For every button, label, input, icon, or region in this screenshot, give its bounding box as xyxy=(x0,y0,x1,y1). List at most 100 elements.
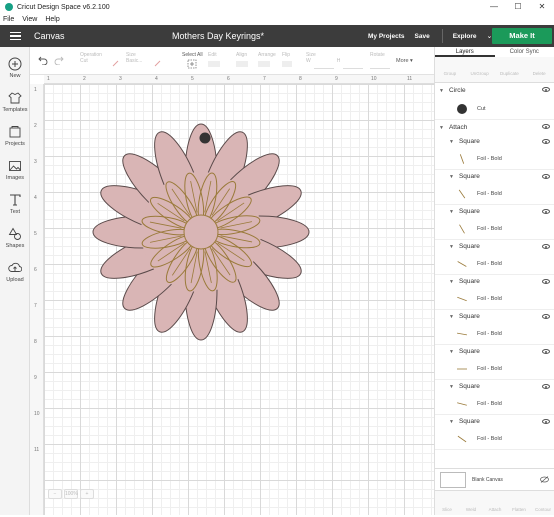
layer-item[interactable]: Foil - Bold xyxy=(435,428,554,450)
arrange-button[interactable]: Arrange xyxy=(258,52,276,67)
undo-icon[interactable] xyxy=(38,55,48,65)
size-fields[interactable]: Size WH xyxy=(306,52,363,69)
eye-icon[interactable] xyxy=(542,139,550,144)
eye-icon[interactable] xyxy=(542,244,550,249)
eye-icon[interactable] xyxy=(542,314,550,319)
layer-item[interactable]: Foil - Bold xyxy=(435,393,554,415)
layer-group-square[interactable]: ▼Square xyxy=(435,240,554,253)
maximize-button[interactable]: ☐ xyxy=(506,0,530,14)
tab-color-sync[interactable]: Color Sync xyxy=(495,47,554,57)
rotate-field[interactable]: Rotate xyxy=(370,52,390,71)
hamburger-menu-icon[interactable] xyxy=(0,25,30,47)
eye-icon[interactable] xyxy=(542,279,550,284)
machine-select[interactable]: Explore xyxy=(453,33,477,40)
slice-button[interactable]: Slice xyxy=(435,491,459,515)
ungroup-button[interactable]: UnGroup xyxy=(465,57,495,82)
caret-down-icon[interactable]: ▼ xyxy=(449,244,454,250)
layer-group-square[interactable]: ▼Square xyxy=(435,380,554,393)
layer-item[interactable]: Cut xyxy=(435,98,554,120)
nav-shapes[interactable]: Shapes xyxy=(0,227,30,249)
duplicate-button[interactable]: Duplicate xyxy=(495,57,525,82)
nav-images[interactable]: Images xyxy=(0,159,30,181)
layer-item[interactable]: Foil - Bold xyxy=(435,288,554,310)
caret-down-icon[interactable]: ▼ xyxy=(449,279,454,285)
menu-file[interactable]: File xyxy=(3,16,14,23)
operation-control[interactable]: Operation Cut xyxy=(80,52,102,64)
layer-name: Circle xyxy=(449,87,466,94)
caret-down-icon[interactable]: ▼ xyxy=(439,125,444,131)
delete-button[interactable]: Delete xyxy=(524,57,554,82)
weld-button[interactable]: Weld xyxy=(459,491,483,515)
layer-group-square[interactable]: ▼Square xyxy=(435,205,554,218)
flip-button[interactable]: Flip xyxy=(282,52,292,67)
layer-group-square[interactable]: ▼Square xyxy=(435,170,554,183)
eye-icon[interactable] xyxy=(542,419,550,424)
align-button[interactable]: Align xyxy=(236,52,248,67)
caret-down-icon[interactable]: ▼ xyxy=(439,88,444,94)
flower-center[interactable] xyxy=(184,215,218,249)
edit-button[interactable]: Edit xyxy=(208,52,220,67)
caret-down-icon[interactable]: ▼ xyxy=(449,209,454,215)
layer-item[interactable]: Foil - Bold xyxy=(435,358,554,380)
caret-down-icon[interactable]: ▼ xyxy=(449,419,454,425)
flower-keyring[interactable] xyxy=(44,84,434,515)
nav-upload[interactable]: Upload xyxy=(0,261,30,283)
eye-icon[interactable] xyxy=(542,209,550,214)
nav-text[interactable]: Text xyxy=(0,193,30,215)
menu-view[interactable]: View xyxy=(22,16,37,23)
my-projects-link[interactable]: My Projects xyxy=(368,33,405,40)
width-input[interactable] xyxy=(314,61,334,69)
make-it-button[interactable]: Make It xyxy=(492,28,552,44)
eye-icon[interactable] xyxy=(542,87,550,92)
layer-group-square[interactable]: ▼Square xyxy=(435,275,554,288)
design-canvas[interactable]: 1234567891011 1234567891011 − 100% + xyxy=(30,75,434,515)
blank-canvas-row[interactable]: Blank Canvas xyxy=(435,468,554,490)
layer-group-square[interactable]: ▼Square xyxy=(435,415,554,428)
linetype-control[interactable]: Size Basic... xyxy=(126,52,142,64)
caret-down-icon[interactable]: ▼ xyxy=(449,314,454,320)
layer-item[interactable]: Foil - Bold xyxy=(435,183,554,205)
rotate-input[interactable] xyxy=(370,61,390,69)
zoom-out-button[interactable]: − xyxy=(48,489,62,499)
layer-group-square[interactable]: ▼Square xyxy=(435,310,554,323)
nav-projects[interactable]: Projects xyxy=(0,125,30,147)
foil-line-thumbnail xyxy=(455,222,469,236)
eye-icon[interactable] xyxy=(542,384,550,389)
eye-icon[interactable] xyxy=(542,349,550,354)
layer-item[interactable]: Foil - Bold xyxy=(435,148,554,170)
layer-group-square[interactable]: ▼Square xyxy=(435,135,554,148)
layer-item[interactable]: Foil - Bold xyxy=(435,218,554,240)
flatten-button[interactable]: Flatten xyxy=(507,491,531,515)
caret-down-icon[interactable]: ▼ xyxy=(449,174,454,180)
close-button[interactable]: ✕ xyxy=(530,0,554,14)
keyring-hole[interactable] xyxy=(200,133,211,144)
eye-icon[interactable] xyxy=(542,124,550,129)
layer-item[interactable]: Foil - Bold xyxy=(435,323,554,345)
save-button[interactable]: Save xyxy=(415,33,430,40)
group-button[interactable]: Group xyxy=(435,57,465,82)
layer-group-circle[interactable]: ▼ Circle xyxy=(435,83,554,98)
caret-down-icon[interactable]: ▼ xyxy=(449,139,454,145)
height-input[interactable] xyxy=(343,61,363,69)
contour-button[interactable]: Contour xyxy=(531,491,554,515)
nav-templates[interactable]: Templates xyxy=(0,91,30,113)
layer-group-attach[interactable]: ▼ Attach xyxy=(435,120,554,135)
redo-icon[interactable] xyxy=(54,55,64,65)
layer-group-square[interactable]: ▼Square xyxy=(435,345,554,358)
menu-help[interactable]: Help xyxy=(45,16,59,23)
more-button[interactable]: More ▾ xyxy=(396,58,413,64)
eye-hidden-icon[interactable] xyxy=(540,476,549,483)
layer-item[interactable]: Foil - Bold xyxy=(435,253,554,275)
caret-down-icon[interactable]: ▼ xyxy=(449,349,454,355)
nav-shapes-label: Shapes xyxy=(6,243,25,249)
select-all-button[interactable]: Select All xyxy=(182,52,203,71)
tab-layers[interactable]: Layers xyxy=(435,47,495,57)
eye-icon[interactable] xyxy=(542,174,550,179)
canvas-grid[interactable] xyxy=(44,84,434,515)
caret-down-icon[interactable]: ▼ xyxy=(449,384,454,390)
nav-new[interactable]: New xyxy=(0,57,30,79)
attach-button[interactable]: Attach xyxy=(483,491,507,515)
blank-canvas-swatch[interactable] xyxy=(440,472,466,488)
zoom-in-button[interactable]: + xyxy=(80,489,94,499)
minimize-button[interactable]: — xyxy=(482,0,506,14)
